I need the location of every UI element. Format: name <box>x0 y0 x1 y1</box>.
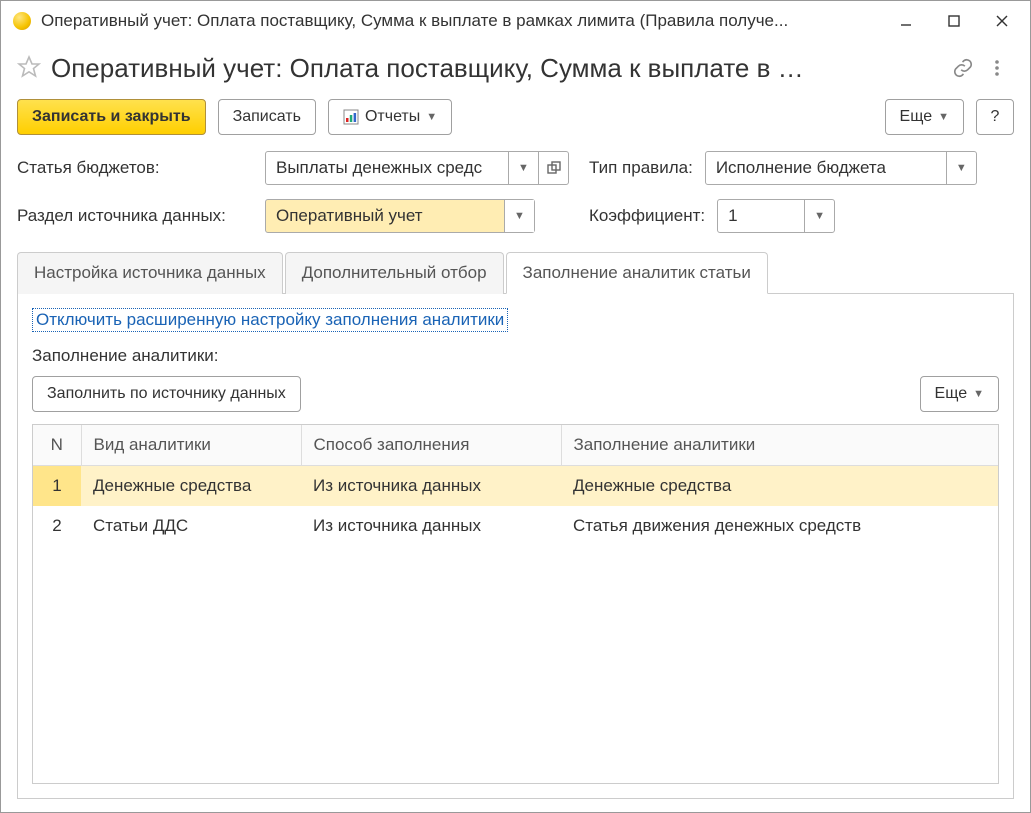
tab-strip: Настройка источника данных Дополнительны… <box>17 251 1014 294</box>
more-button[interactable]: Еще ▼ <box>885 99 964 135</box>
reports-button[interactable]: Отчеты ▼ <box>328 99 452 135</box>
tab-additional-filter[interactable]: Дополнительный отбор <box>285 252 504 294</box>
cell-kind: Статьи ДДС <box>81 506 301 546</box>
budget-item-field[interactable]: Выплаты денежных средс ▼ <box>265 151 569 185</box>
window-title: Оперативный учет: Оплата поставщику, Сум… <box>41 11 882 31</box>
analytics-table-wrap: N Вид аналитики Способ заполнения Заполн… <box>32 424 999 784</box>
app-icon <box>13 12 31 30</box>
save-and-close-button[interactable]: Записать и закрыть <box>17 99 206 135</box>
source-section-label: Раздел источника данных: <box>17 206 253 226</box>
dropdown-button[interactable]: ▼ <box>508 152 538 184</box>
table-more-label: Еще <box>935 385 968 403</box>
source-section-field[interactable]: Оперативный учет ▼ <box>265 199 535 233</box>
cell-fill: Денежные средства <box>561 466 998 507</box>
cell-fill: Статья движения денежных средств <box>561 506 998 546</box>
dropdown-button[interactable]: ▼ <box>504 200 534 232</box>
chevron-down-icon: ▼ <box>938 111 949 123</box>
titlebar: Оперативный учет: Оплата поставщику, Сум… <box>1 1 1030 41</box>
page-header: Оперативный учет: Оплата поставщику, Сум… <box>1 41 1030 99</box>
open-button[interactable] <box>538 152 568 184</box>
save-button[interactable]: Записать <box>218 99 316 135</box>
dropdown-button[interactable]: ▼ <box>946 152 976 184</box>
cell-n: 2 <box>33 506 81 546</box>
table-row[interactable]: 2Статьи ДДСИз источника данныхСтатья дви… <box>33 506 998 546</box>
reports-icon <box>343 109 359 125</box>
favorite-star-icon[interactable] <box>17 55 41 82</box>
analytics-table: N Вид аналитики Способ заполнения Заполн… <box>33 425 998 546</box>
tab-panel-analytics: Отключить расширенную настройку заполнен… <box>17 294 1014 799</box>
fill-by-source-button[interactable]: Заполнить по источнику данных <box>32 376 301 412</box>
rule-type-value: Исполнение бюджета <box>706 152 946 184</box>
cell-n: 1 <box>33 466 81 507</box>
table-row[interactable]: 1Денежные средстваИз источника данныхДен… <box>33 466 998 507</box>
app-window: Оперативный учет: Оплата поставщику, Сум… <box>0 0 1031 813</box>
col-analytics-fill[interactable]: Заполнение аналитики <box>561 425 998 466</box>
cell-kind: Денежные средства <box>81 466 301 507</box>
maximize-button[interactable] <box>930 6 978 36</box>
coefficient-label: Коэффициент: <box>589 206 705 226</box>
chevron-down-icon: ▼ <box>973 388 984 400</box>
tab-analytics-fill[interactable]: Заполнение аналитик статьи <box>506 252 768 294</box>
cell-method: Из источника данных <box>301 466 561 507</box>
tab-source-settings[interactable]: Настройка источника данных <box>17 252 283 294</box>
kebab-menu-icon[interactable] <box>980 51 1014 85</box>
help-button[interactable]: ? <box>976 99 1014 135</box>
rule-type-field[interactable]: Исполнение бюджета ▼ <box>705 151 977 185</box>
tabs-container: Настройка источника данных Дополнительны… <box>17 251 1014 799</box>
analytics-toolbar: Заполнить по источнику данных Еще ▼ <box>32 376 999 412</box>
coefficient-field[interactable]: 1 ▼ <box>717 199 835 233</box>
form-area: Статья бюджетов: Выплаты денежных средс … <box>1 151 1030 247</box>
analytics-section-label: Заполнение аналитики: <box>32 346 999 366</box>
window-buttons <box>882 6 1026 36</box>
cell-method: Из источника данных <box>301 506 561 546</box>
budget-item-label: Статья бюджетов: <box>17 158 253 178</box>
main-toolbar: Записать и закрыть Записать Отчеты ▼ Еще… <box>1 99 1030 151</box>
dropdown-button[interactable]: ▼ <box>804 200 834 232</box>
link-icon[interactable] <box>946 51 980 85</box>
page-title: Оперативный учет: Оплата поставщику, Сум… <box>51 53 946 84</box>
col-fill-method[interactable]: Способ заполнения <box>301 425 561 466</box>
chevron-down-icon: ▼ <box>426 111 437 123</box>
more-label: Еще <box>900 108 933 126</box>
coefficient-value: 1 <box>718 200 804 232</box>
rule-type-label: Тип правила: <box>589 158 693 178</box>
col-number[interactable]: N <box>33 425 81 466</box>
disable-extended-link[interactable]: Отключить расширенную настройку заполнен… <box>32 308 508 332</box>
close-button[interactable] <box>978 6 1026 36</box>
reports-label: Отчеты <box>365 108 420 126</box>
budget-item-value: Выплаты денежных средс <box>266 152 508 184</box>
col-analytics-kind[interactable]: Вид аналитики <box>81 425 301 466</box>
source-section-value: Оперативный учет <box>266 200 504 232</box>
minimize-button[interactable] <box>882 6 930 36</box>
table-more-button[interactable]: Еще ▼ <box>920 376 999 412</box>
